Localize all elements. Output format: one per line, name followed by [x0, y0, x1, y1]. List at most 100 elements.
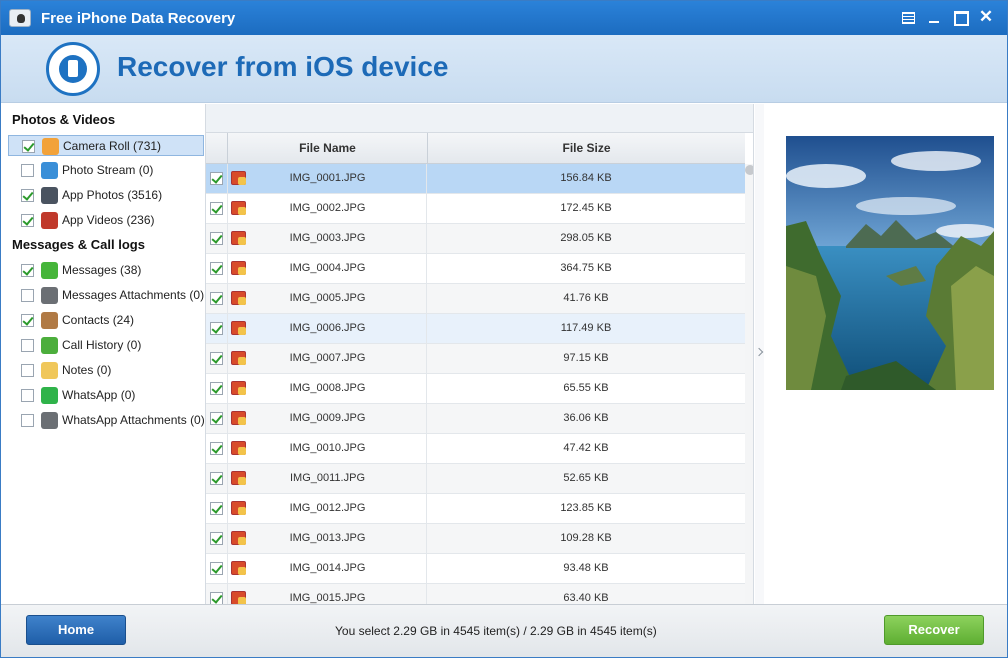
file-name-cell: IMG_0010.JPG [289, 442, 366, 454]
table-row[interactable]: IMG_0004.JPG 364.75 KB [206, 254, 745, 284]
contacts-icon [41, 312, 58, 329]
maximize-icon[interactable] [952, 9, 969, 26]
file-size-cell: 364.75 KB [560, 262, 612, 274]
category-checkbox[interactable] [21, 164, 34, 177]
close-icon[interactable]: ✕ [978, 8, 994, 25]
category-checkbox[interactable] [21, 364, 34, 377]
sidebar-item[interactable]: Photo Stream (0) [8, 160, 204, 181]
preview-pane [755, 104, 1007, 604]
menu-icon[interactable] [900, 9, 916, 25]
file-name-cell: IMG_0014.JPG [289, 562, 366, 574]
header-banner: Recover from iOS device [1, 35, 1007, 103]
footer-bar: Home You select 2.29 GB in 4545 item(s) … [1, 604, 1007, 657]
table-row[interactable]: IMG_0003.JPG 298.05 KB [206, 224, 745, 254]
table-row[interactable]: IMG_0015.JPG 63.40 KB [206, 584, 745, 604]
camera-roll-icon [42, 138, 59, 155]
category-checkbox[interactable] [21, 414, 34, 427]
row-checkbox[interactable] [210, 322, 223, 335]
file-size-cell: 156.84 KB [560, 172, 612, 184]
scrollbar[interactable] [745, 164, 753, 604]
minimize-icon[interactable] [926, 9, 942, 25]
file-name-cell: IMG_0006.JPG [289, 322, 366, 334]
row-checkbox[interactable] [210, 502, 223, 515]
sidebar-item[interactable]: WhatsApp (0) [8, 385, 204, 406]
sidebar-item[interactable]: Contacts (24) [8, 310, 204, 331]
table-row[interactable]: IMG_0008.JPG 65.55 KB [206, 374, 745, 404]
sidebar-item[interactable]: Messages Attachments (0) [8, 285, 204, 306]
file-size-cell: 52.65 KB [563, 472, 609, 484]
column-header-file-size[interactable]: File Size [427, 133, 745, 164]
selection-status: You select 2.29 GB in 4545 item(s) / 2.2… [335, 624, 657, 638]
row-checkbox[interactable] [210, 292, 223, 305]
table-row[interactable]: IMG_0010.JPG 47.42 KB [206, 434, 745, 464]
header-checkbox-column[interactable] [206, 133, 227, 164]
category-checkbox[interactable] [21, 314, 34, 327]
file-size-cell: 93.48 KB [563, 562, 609, 574]
table-row[interactable]: IMG_0012.JPG 123.85 KB [206, 494, 745, 524]
sidebar-group-title: Photos & Videos [12, 112, 116, 127]
table-row[interactable]: IMG_0001.JPG 156.84 KB [206, 164, 745, 194]
sidebar-item[interactable]: App Videos (236) [8, 210, 204, 231]
category-checkbox[interactable] [21, 189, 34, 202]
file-name-cell: IMG_0012.JPG [289, 502, 366, 514]
row-checkbox[interactable] [210, 592, 223, 604]
scrollbar-thumb[interactable] [745, 165, 753, 175]
table-row[interactable]: IMG_0009.JPG 36.06 KB [206, 404, 745, 434]
row-checkbox[interactable] [210, 562, 223, 575]
page-title: Recover from iOS device [117, 51, 449, 82]
file-name-cell: IMG_0003.JPG [289, 232, 366, 244]
row-checkbox[interactable] [210, 472, 223, 485]
row-checkbox[interactable] [210, 232, 223, 245]
sidebar-item[interactable]: Call History (0) [8, 335, 204, 356]
category-checkbox[interactable] [21, 264, 34, 277]
row-checkbox[interactable] [210, 382, 223, 395]
sidebar-item[interactable]: WhatsApp Attachments (0) [8, 410, 205, 431]
title-bar[interactable]: Free iPhone Data Recovery ✕ [1, 1, 1007, 35]
row-checkbox[interactable] [210, 352, 223, 365]
sidebar-item[interactable]: Messages (38) [8, 260, 204, 281]
table-row[interactable]: IMG_0011.JPG 52.65 KB [206, 464, 745, 494]
category-checkbox[interactable] [22, 140, 35, 153]
category-checkbox[interactable] [21, 389, 34, 402]
file-name-cell: IMG_0004.JPG [289, 262, 366, 274]
row-checkbox[interactable] [210, 172, 223, 185]
file-name-cell: IMG_0001.JPG [289, 172, 366, 184]
category-checkbox[interactable] [21, 339, 34, 352]
whatsapp-icon [41, 387, 58, 404]
row-checkbox[interactable] [210, 202, 223, 215]
ios-device-icon [46, 42, 100, 96]
table-row[interactable]: IMG_0002.JPG 172.45 KB [206, 194, 745, 224]
column-header-file-name[interactable]: File Name [227, 133, 427, 164]
row-checkbox[interactable] [210, 442, 223, 455]
file-size-cell: 63.40 KB [563, 592, 609, 604]
file-name-cell: IMG_0015.JPG [289, 592, 366, 604]
file-size-cell: 97.15 KB [563, 352, 609, 364]
sidebar-item[interactable]: Camera Roll (731) [8, 135, 204, 156]
sidebar-item-label: Photo Stream (0) [62, 163, 154, 177]
collapse-preview-chevron-icon[interactable] [755, 104, 764, 604]
row-checkbox[interactable] [210, 262, 223, 275]
file-size-cell: 41.76 KB [563, 292, 609, 304]
row-checkbox[interactable] [210, 412, 223, 425]
file-name-cell: IMG_0007.JPG [289, 352, 366, 364]
sidebar-item[interactable]: Notes (0) [8, 360, 204, 381]
file-name-cell: IMG_0013.JPG [289, 532, 366, 544]
category-checkbox[interactable] [21, 289, 34, 302]
phone-icon [41, 337, 58, 354]
category-checkbox[interactable] [21, 214, 34, 227]
table-row[interactable]: IMG_0006.JPG 117.49 KB [206, 314, 745, 344]
row-checkbox[interactable] [210, 532, 223, 545]
home-button[interactable]: Home [26, 615, 126, 645]
table-row[interactable]: IMG_0007.JPG 97.15 KB [206, 344, 745, 374]
sidebar-item-label: Call History (0) [62, 338, 142, 352]
table-row[interactable]: IMG_0014.JPG 93.48 KB [206, 554, 745, 584]
attachment-icon [41, 287, 58, 304]
file-name-cell: IMG_0005.JPG [289, 292, 366, 304]
file-size-cell: 36.06 KB [563, 412, 609, 424]
table-row[interactable]: IMG_0013.JPG 109.28 KB [206, 524, 745, 554]
sidebar-item[interactable]: App Photos (3516) [8, 185, 204, 206]
table-row[interactable]: IMG_0005.JPG 41.76 KB [206, 284, 745, 314]
category-sidebar: Photos & Videos Camera Roll (731) Photo St… [5, 104, 205, 604]
recover-button[interactable]: Recover [884, 615, 984, 645]
file-size-cell: 65.55 KB [563, 382, 609, 394]
